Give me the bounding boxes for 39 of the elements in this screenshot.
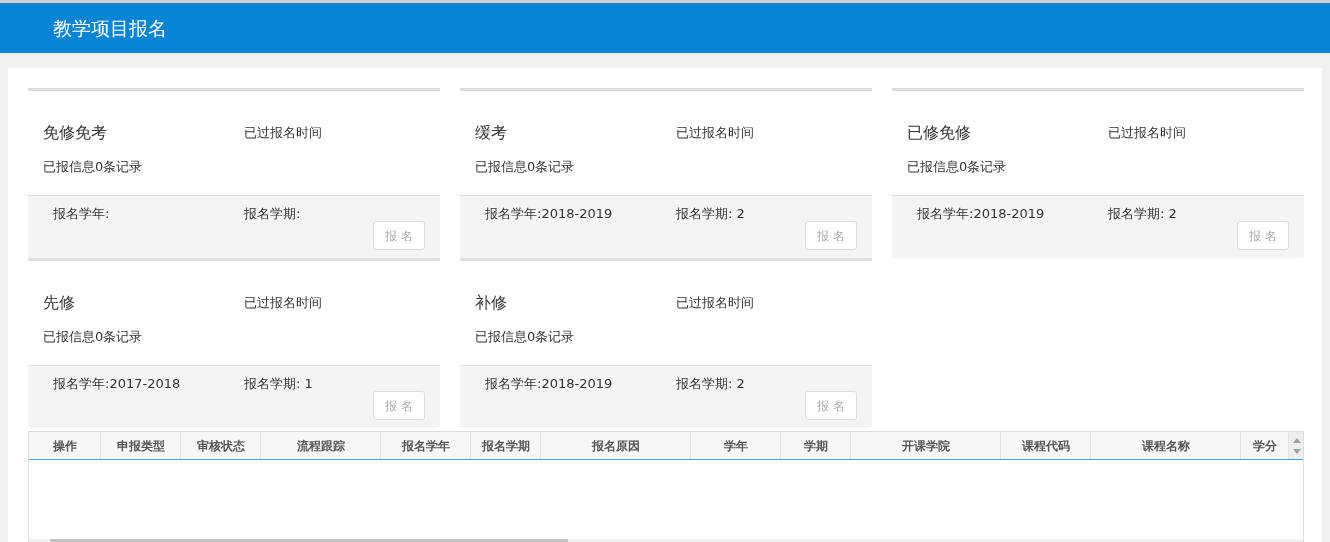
column-header[interactable]: 学期 [781, 432, 851, 459]
status-text: 已过报名时间 [244, 294, 322, 313]
column-header[interactable]: 报名学年 [381, 432, 471, 459]
status-text: 已过报名时间 [676, 124, 754, 143]
record-count: 已报信息0条记录 [907, 159, 1007, 174]
card-title: 补修 [475, 292, 508, 314]
year-label: 报名学年:2018-2019 [917, 205, 1046, 223]
column-header[interactable]: 课程代码 [1001, 432, 1091, 459]
column-header[interactable]: 学年 [691, 432, 781, 459]
record-count: 已报信息0条记录 [475, 329, 575, 344]
term-label: 报名学期: 1 [244, 375, 313, 393]
column-header[interactable]: 申报类型 [101, 432, 181, 459]
status-text: 已过报名时间 [244, 124, 322, 143]
record-count: 已报信息0条记录 [475, 159, 575, 174]
column-header[interactable]: 审核状态 [181, 432, 261, 459]
vertical-scroll-arrows-icon[interactable] [1289, 432, 1303, 459]
column-header[interactable]: 报名学期 [471, 432, 541, 459]
column-header[interactable]: 流程跟踪 [261, 432, 381, 459]
column-header[interactable]: 操作 [29, 432, 101, 459]
card-title: 免修免考 [43, 122, 108, 144]
year-label: 报名学年: [53, 205, 111, 223]
year-label: 报名学年:2018-2019 [485, 375, 614, 393]
status-text: 已过报名时间 [676, 294, 754, 313]
column-header[interactable]: 课程名称 [1091, 432, 1241, 459]
card-title: 已修免修 [907, 122, 972, 144]
term-label: 报名学期: 2 [1108, 205, 1177, 223]
year-label: 报名学年:2018-2019 [485, 205, 614, 223]
page-title: 教学项目报名 [53, 15, 167, 41]
record-count: 已报信息0条记录 [43, 159, 143, 174]
card-title: 先修 [43, 292, 76, 314]
term-label: 报名学期: 2 [676, 205, 745, 223]
term-label: 报名学期: 2 [676, 375, 745, 393]
column-header[interactable]: 报名原因 [541, 432, 691, 459]
term-label: 报名学期: [244, 205, 301, 223]
record-count: 已报信息0条记录 [43, 329, 143, 344]
column-header[interactable]: 开课学院 [851, 432, 1001, 459]
year-label: 报名学年:2017-2018 [53, 375, 182, 393]
status-text: 已过报名时间 [1108, 124, 1186, 143]
card-title: 缓考 [475, 122, 508, 144]
